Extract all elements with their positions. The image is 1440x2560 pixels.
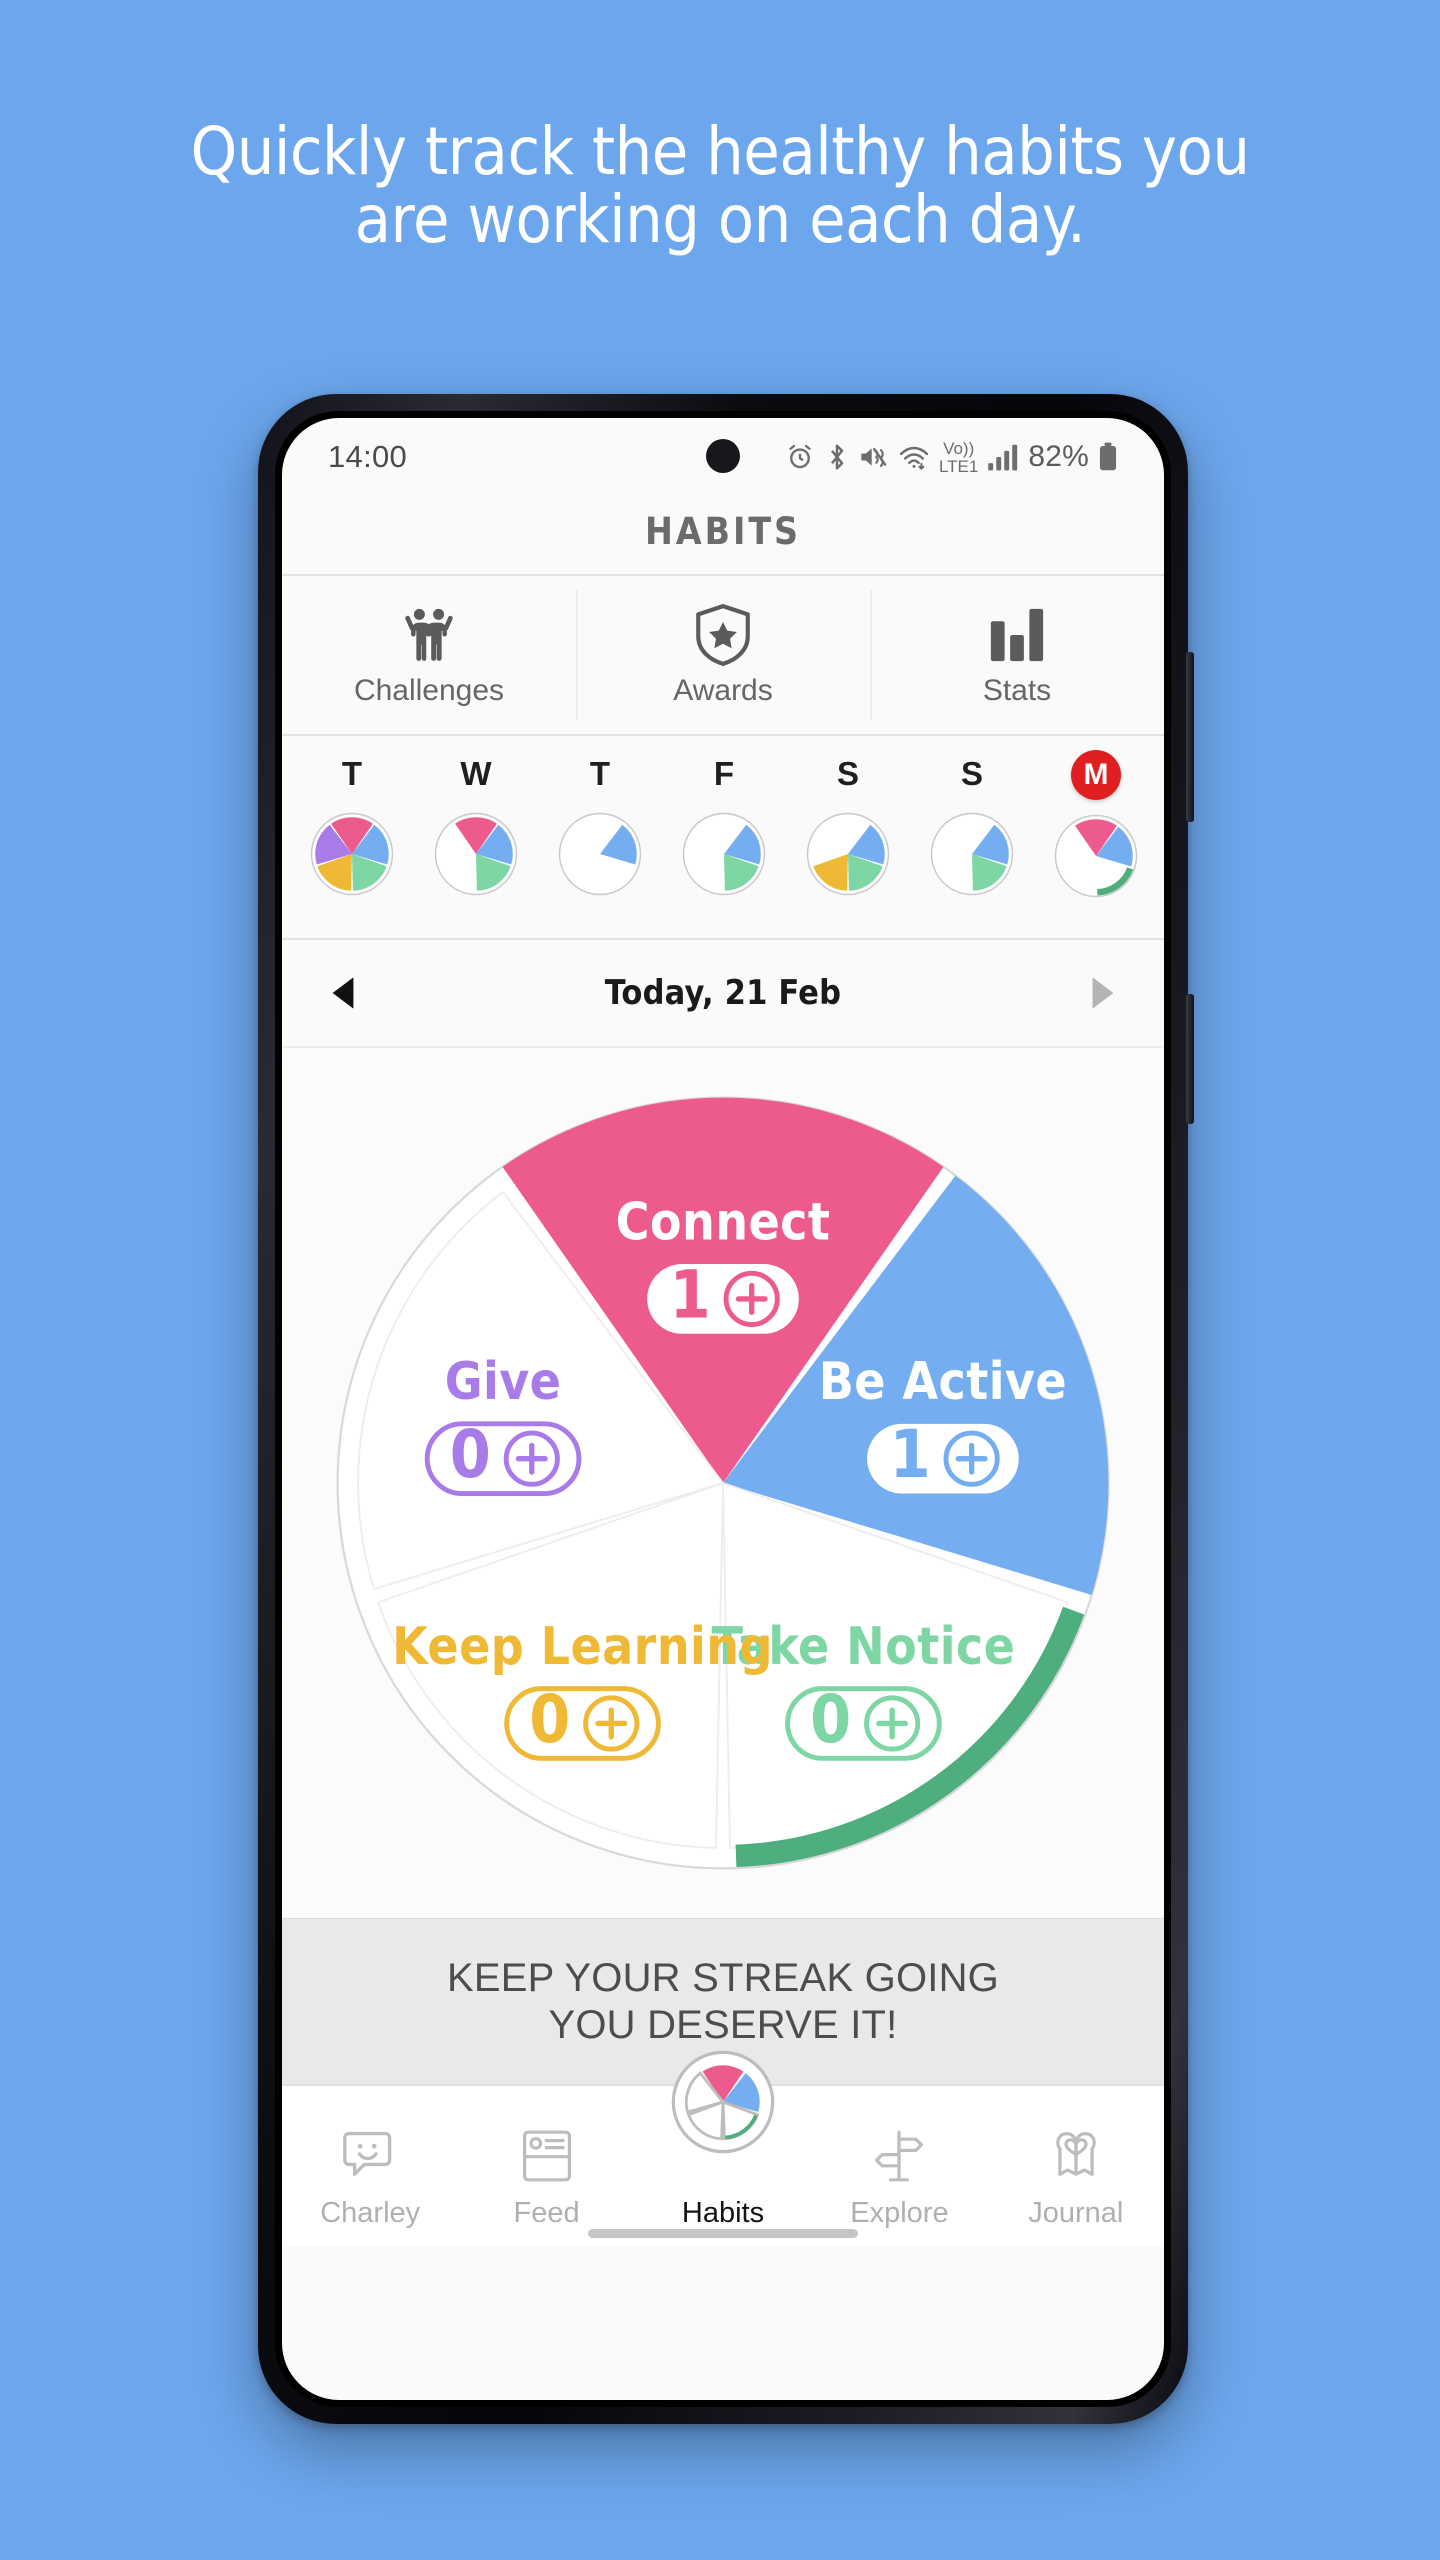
phone-frame: 14:00 Vo)) LTE1 82% HABITS Challenges Aw… — [258, 394, 1194, 2424]
shield-star-icon — [692, 602, 754, 668]
tab-bar: Challenges Awards Stats — [282, 576, 1164, 736]
tab-awards[interactable]: Awards — [576, 576, 870, 734]
tab-awards-label: Awards — [673, 674, 773, 707]
bottom-navigation: Charley Feed Habits Explore Journal — [282, 2050, 1164, 2246]
pie-habits-icon — [669, 2048, 777, 2161]
volume-button[interactable] — [1186, 652, 1194, 822]
nav-item-feed[interactable]: Feed — [458, 2098, 634, 2230]
week-day-pie-3[interactable] — [678, 808, 770, 900]
promo-screenshot: Quickly track the healthy habits you are… — [0, 0, 1440, 2560]
signpost-icon — [872, 2128, 926, 2189]
week-day-letter: T — [589, 755, 611, 792]
nav-item-explore-label: Explore — [850, 2197, 949, 2229]
front-camera-punchhole — [706, 439, 740, 473]
habit-count-keep_learning: 0 — [529, 1682, 570, 1758]
app-title: HABITS — [282, 496, 1164, 576]
wifi-icon — [898, 442, 930, 472]
promo-headline-line2: are working on each day. — [354, 180, 1086, 258]
week-day-pie-2[interactable] — [554, 808, 646, 900]
week-day-letter: S — [836, 755, 859, 792]
prev-day-button[interactable] — [320, 976, 366, 1010]
week-day-3[interactable]: F — [662, 750, 786, 900]
nav-item-feed-label: Feed — [513, 2197, 580, 2229]
nav-item-journal[interactable]: Journal — [988, 2098, 1164, 2230]
tab-challenges[interactable]: Challenges — [282, 576, 576, 734]
pie-label-connect: Connect — [616, 1192, 831, 1252]
week-day-6[interactable]: M — [1034, 750, 1158, 902]
chat-smiley-icon — [340, 2128, 400, 2189]
bar-chart-icon — [986, 602, 1048, 668]
home-indicator[interactable] — [588, 2229, 858, 2238]
pie-habits-svg — [671, 2050, 775, 2154]
nav-item-explore[interactable]: Explore — [811, 2098, 987, 2230]
volte-icon: Vo)) LTE1 — [939, 440, 978, 475]
triangle-right-icon — [1092, 977, 1114, 1009]
battery-percent-label: 82% — [1028, 440, 1089, 473]
week-day-0[interactable]: T — [290, 750, 414, 900]
week-day-1[interactable]: W — [414, 750, 538, 900]
status-bar-icons: Vo)) LTE1 82% — [785, 440, 1118, 475]
current-date-label: Today, 21 Feb — [604, 973, 842, 1013]
feed-card-icon — [520, 2128, 574, 2189]
nav-item-habits[interactable]: Habits — [635, 2050, 811, 2230]
battery-icon — [1098, 442, 1118, 472]
tab-challenges-label: Challenges — [353, 674, 505, 707]
phone-bezel: 14:00 Vo)) LTE1 82% HABITS Challenges Aw… — [275, 411, 1171, 2407]
book-heart-icon — [1047, 2128, 1105, 2189]
mute-vibrate-icon — [859, 442, 889, 472]
people-raising-arms-icon — [396, 602, 462, 668]
pie-label-give: Give — [445, 1352, 562, 1412]
alarm-icon — [785, 442, 815, 472]
pie-label-be_active: Be Active — [819, 1352, 1067, 1412]
week-day-pie-5[interactable] — [926, 808, 1018, 900]
triangle-left-icon — [332, 977, 354, 1009]
nav-item-habits-label: Habits — [681, 2197, 765, 2229]
streak-line-2: YOU DESERVE IT! — [548, 2002, 898, 2047]
week-day-4[interactable]: S — [786, 750, 910, 900]
habit-pie-svg[interactable]: Connect1Be Active1Take Notice0Keep Learn… — [313, 1073, 1133, 1893]
week-day-letter: S — [960, 755, 983, 792]
bluetooth-icon — [824, 442, 850, 472]
volte-network-label: LTE1 — [938, 456, 979, 476]
habit-count-connect: 1 — [670, 1257, 711, 1333]
power-button[interactable] — [1186, 994, 1194, 1124]
week-day-2[interactable]: T — [538, 750, 662, 900]
signal-bars-icon — [987, 443, 1019, 471]
week-day-letter: T — [341, 755, 363, 792]
week-day-letter: W — [460, 755, 492, 792]
volte-top-label: Vo)) — [943, 438, 975, 458]
streak-line-1: KEEP YOUR STREAK GOING — [447, 1955, 999, 2000]
week-day-pie-4[interactable] — [802, 808, 894, 900]
pie-label-keep_learning: Keep Learning — [392, 1617, 773, 1677]
promo-headline-line1: Quickly track the healthy habits you — [190, 113, 1250, 190]
status-bar: 14:00 Vo)) LTE1 82% — [282, 418, 1164, 496]
week-strip[interactable]: TWTFSSM — [282, 736, 1164, 940]
habit-count-give: 0 — [450, 1417, 491, 1493]
status-bar-time: 14:00 — [328, 439, 408, 474]
habit-pie-chart[interactable]: Connect 1 Be Active 1 Take Notice 0 Keep Learn… — [282, 1048, 1164, 1918]
week-day-5[interactable]: S — [910, 750, 1034, 900]
habit-count-take_notice: 0 — [810, 1682, 851, 1758]
week-day-today-badge: M — [1071, 750, 1121, 800]
tab-stats[interactable]: Stats — [870, 576, 1164, 734]
phone-screen: 14:00 Vo)) LTE1 82% HABITS Challenges Aw… — [282, 418, 1164, 2400]
week-day-pie-1[interactable] — [430, 808, 522, 900]
week-day-pie-0[interactable] — [306, 808, 398, 900]
nav-item-charley[interactable]: Charley — [282, 2098, 458, 2230]
date-navigation: Today, 21 Feb — [282, 940, 1164, 1048]
habit-count-be_active: 1 — [890, 1417, 931, 1493]
promo-headline: Quickly track the healthy habits you are… — [0, 118, 1440, 254]
tab-stats-label: Stats — [982, 674, 1052, 707]
nav-item-charley-label: Charley — [320, 2197, 421, 2229]
week-day-letter: F — [713, 755, 735, 792]
nav-item-journal-label: Journal — [1028, 2197, 1124, 2229]
week-day-pie-6[interactable] — [1050, 810, 1142, 902]
next-day-button[interactable] — [1080, 976, 1126, 1010]
